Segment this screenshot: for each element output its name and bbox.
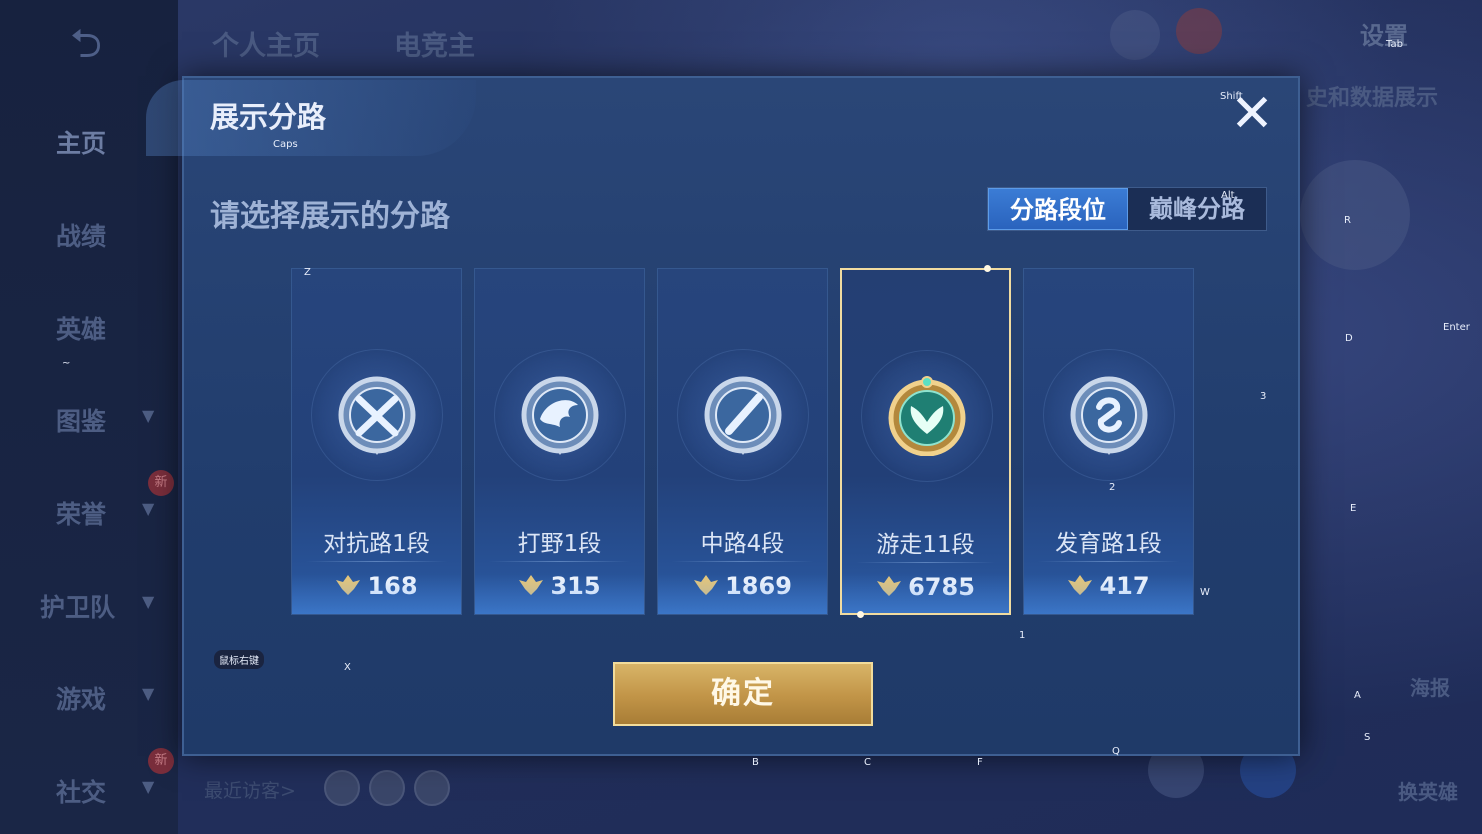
lane-display-dialog: 展示分路 ✕ 请选择展示的分路 分路段位 巅峰分路 对抗路1段 168 打野1段 <box>146 76 1300 756</box>
lane-name: 发育路1段 <box>1055 531 1162 557</box>
lane-name: 打野1段 <box>517 531 602 557</box>
lane-card-bottom[interactable]: 发育路1段 417 <box>1023 268 1194 615</box>
sidebar-item-codex[interactable]: 图鉴 ▼ <box>0 388 178 448</box>
key-hint-q: Q <box>1112 746 1120 757</box>
lane-card-jungle[interactable]: 打野1段 315 <box>474 268 645 615</box>
divider <box>672 561 813 562</box>
vip-icon[interactable] <box>1176 8 1222 54</box>
key-hint-f: F <box>977 757 983 768</box>
selection-corner-dot <box>984 265 991 272</box>
key-hint-c: C <box>864 757 871 768</box>
sidebar-item-label: 荣誉 <box>56 500 107 529</box>
bow-emblem-icon <box>1070 376 1148 455</box>
tab-esports[interactable]: 电竞主 <box>394 24 475 63</box>
key-hint-enter: Enter <box>1443 322 1470 333</box>
key-hint-shift: Shift <box>1220 91 1243 102</box>
recent-visitors-link[interactable]: 最近访客> <box>204 776 296 803</box>
crossed-swords-emblem-icon <box>338 376 416 455</box>
key-hint-tab: Tab <box>1386 39 1403 50</box>
avatar[interactable] <box>369 770 405 806</box>
card-glow <box>292 574 461 614</box>
tab-personal-home[interactable]: 个人主页 <box>212 24 320 63</box>
lane-name: 对抗路1段 <box>323 531 430 557</box>
lane-name: 中路4段 <box>700 531 785 557</box>
lane-name: 游走11段 <box>876 532 975 558</box>
key-hint-s: S <box>1364 732 1371 743</box>
key-hint-w: W <box>1200 587 1210 598</box>
dialog-subtitle: 请选择展示的分路 <box>210 199 450 234</box>
staff-emblem-icon <box>704 376 782 455</box>
key-hint-caps: Caps <box>273 139 298 150</box>
lane-card-support[interactable]: 游走11段 6785 <box>840 265 1011 618</box>
key-hint-1: 1 <box>1019 630 1026 641</box>
confirm-button[interactable]: 确定 <box>613 662 873 726</box>
chevron-down-icon: ▼ <box>142 684 155 703</box>
dragon-emblem-icon <box>521 376 599 455</box>
new-badge: 新 <box>148 748 174 774</box>
key-hint-b: B <box>752 757 759 768</box>
chevron-down-icon: ▼ <box>142 406 155 425</box>
avatar[interactable] <box>324 770 360 806</box>
key-hint-r: R <box>1344 215 1351 226</box>
key-hint-d: D <box>1345 333 1353 344</box>
sidebar-item-label: 社交 <box>56 778 107 807</box>
wings-gold-emblem-icon <box>888 376 966 456</box>
lane-card-top[interactable]: 对抗路1段 168 <box>291 268 462 615</box>
tab-peak-lane[interactable]: 巅峰分路 <box>1128 188 1266 230</box>
lane-card-mid[interactable]: 中路4段 1869 <box>657 268 828 615</box>
key-hint-e: E <box>1350 503 1357 514</box>
key-hint-a: A <box>1354 690 1361 701</box>
chevron-down-icon: ▼ <box>142 777 155 796</box>
divider <box>856 562 995 563</box>
sidebar-item-label: 游戏 <box>56 685 107 714</box>
card-glow <box>1024 574 1193 614</box>
chevron-down-icon: ▼ <box>142 592 155 611</box>
selection-corner-dot <box>857 611 864 618</box>
sidebar-item-records[interactable]: 战绩 <box>0 203 178 263</box>
sidebar-item-label: 主页 <box>56 129 107 158</box>
key-hint-x: X <box>344 662 351 673</box>
card-glow <box>842 573 1009 613</box>
divider <box>1038 561 1179 562</box>
sidebar-item-label: 战绩 <box>56 222 107 251</box>
sidebar-item-guard-team[interactable]: 护卫队 ▼ <box>0 574 178 634</box>
background-emblem <box>1300 160 1410 270</box>
bell-icon[interactable] <box>1110 10 1160 60</box>
divider <box>306 561 447 562</box>
sidebar-item-label: 英雄 <box>56 315 107 344</box>
sidebar-item-game[interactable]: 游戏 ▼ <box>0 666 178 726</box>
data-display-label: 史和数据展示 <box>1306 86 1439 111</box>
chevron-down-icon: ▼ <box>142 499 155 518</box>
sidebar-item-heroes[interactable]: 英雄 <box>0 296 178 356</box>
poster-button[interactable]: 海报 <box>1410 672 1450 701</box>
back-arrow-icon[interactable]: ⮌ <box>48 22 124 66</box>
key-hint-z: Z <box>304 267 311 278</box>
key-hint-mouse-right: 鼠标右键 <box>214 650 264 669</box>
tab-lane-rank[interactable]: 分路段位 <box>988 188 1128 230</box>
card-glow <box>475 574 644 614</box>
avatar[interactable] <box>414 770 450 806</box>
sidebar-item-label: 护卫队 <box>40 593 116 622</box>
key-hint-tilde: ~ <box>62 358 71 369</box>
swap-hero-button[interactable]: 换英雄 <box>1398 776 1458 805</box>
card-glow <box>658 574 827 614</box>
dialog-title: 展示分路 <box>210 100 327 134</box>
sidebar-item-label: 图鉴 <box>56 407 107 436</box>
divider <box>489 561 630 562</box>
key-hint-3: 3 <box>1260 391 1267 402</box>
key-hint-2: 2 <box>1109 482 1116 493</box>
key-hint-alt: Alt <box>1221 190 1235 201</box>
new-badge: 新 <box>148 470 174 496</box>
